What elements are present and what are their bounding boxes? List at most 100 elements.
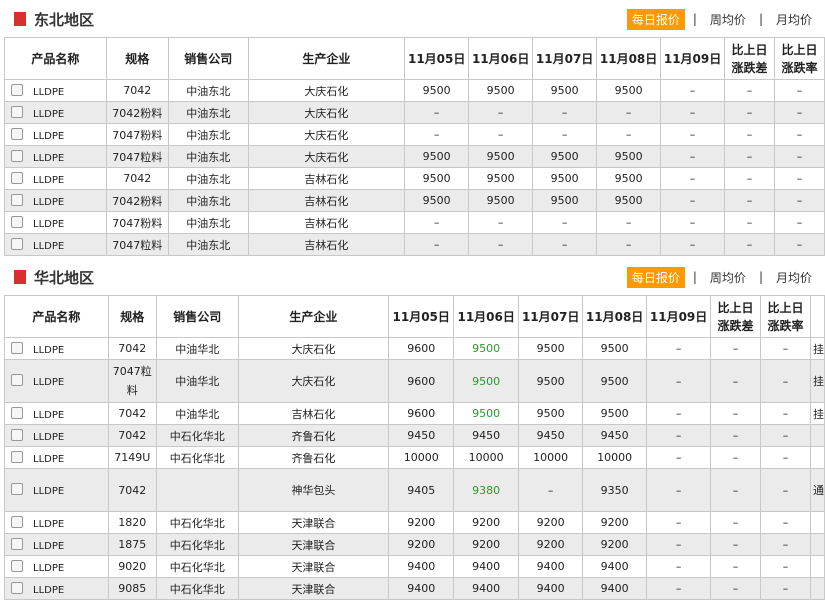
product-label: LLDPE xyxy=(33,152,65,164)
row-checkbox[interactable] xyxy=(11,83,23,96)
row-checkbox[interactable] xyxy=(11,450,23,463)
region-northeast: 东北地区 每日报价 | 周均价 | 月均价 产品名称 规格 销售公司 生产企业 … xyxy=(0,0,825,256)
col-spec: 规格 xyxy=(107,295,157,338)
cell-d2: – xyxy=(468,211,534,234)
cell-seller: 中油东北 xyxy=(167,211,249,234)
cell-d4: 9500 xyxy=(582,337,648,360)
cell-spec: 7047粉料 xyxy=(105,123,169,146)
cell-product: LLDPE xyxy=(4,446,109,469)
cell-seller: 中石化华北 xyxy=(155,446,239,469)
cell-d4: 9400 xyxy=(582,577,648,600)
col-date-1: 11月05日 xyxy=(388,295,455,338)
cell-extra: 挂 xyxy=(809,337,825,360)
cell-d1: – xyxy=(404,233,470,256)
cell-diff: – xyxy=(710,359,761,403)
product-label: LLDPE xyxy=(33,562,65,574)
cell-seller: 中石化华北 xyxy=(155,511,239,534)
cell-spec: 7042 xyxy=(105,79,169,102)
cell-d5: – xyxy=(660,211,726,234)
product-label: LLDPE xyxy=(33,344,65,356)
row-checkbox[interactable] xyxy=(11,171,23,184)
table-row: LLDPE 7042粉料 中油东北 吉林石化 9500 9500 9500 9500– – – xyxy=(4,189,825,212)
col-spec: 规格 xyxy=(105,37,169,80)
col-diff: 比上日 涨跌差 xyxy=(710,295,761,338)
cell-rate: – xyxy=(760,402,811,425)
table-row: LLDPE 7042 神华包头 9405 9380–9350– – – 通 xyxy=(4,468,825,512)
tab-weekly[interactable]: 周均价 xyxy=(705,9,751,30)
cell-spec: 7042粉料 xyxy=(105,189,169,212)
cell-rate: – xyxy=(773,233,825,256)
col-seller: 销售公司 xyxy=(155,295,239,338)
cell-rate: – xyxy=(760,468,811,512)
cell-seller: 中油华北 xyxy=(155,337,239,360)
col-date-4: 11月08日 xyxy=(596,37,662,80)
cell-spec: 7047粉料 xyxy=(105,211,169,234)
cell-d1: 9600 xyxy=(388,359,455,403)
cell-d1: 9405 xyxy=(388,468,455,512)
table-header-row: 产品名称 规格 销售公司 生产企业 11月05日 11月06日 11月07日 1… xyxy=(4,37,825,80)
cell-d3: 9500 xyxy=(518,359,584,403)
cell-d3: 9200 xyxy=(518,533,584,556)
product-label: LLDPE xyxy=(33,409,65,421)
tab-monthly[interactable]: 月均价 xyxy=(771,267,817,288)
row-checkbox[interactable] xyxy=(11,406,23,419)
cell-d1: 9200 xyxy=(388,533,455,556)
col-date-4: 11月08日 xyxy=(582,295,648,338)
cell-product: LLDPE xyxy=(4,167,107,190)
row-checkbox[interactable] xyxy=(11,581,23,594)
row-checkbox[interactable] xyxy=(11,149,23,162)
row-checkbox[interactable] xyxy=(11,215,23,228)
row-checkbox[interactable] xyxy=(11,341,23,354)
row-checkbox[interactable] xyxy=(11,193,23,206)
cell-diff: – xyxy=(724,167,775,190)
col-product: 产品名称 xyxy=(4,295,109,338)
cell-producer: 天津联合 xyxy=(237,577,390,600)
tab-daily[interactable]: 每日报价 xyxy=(626,8,685,30)
cell-extra xyxy=(809,424,825,447)
row-checkbox[interactable] xyxy=(11,537,23,550)
cell-rate: – xyxy=(760,359,811,403)
row-checkbox[interactable] xyxy=(11,237,23,250)
cell-seller xyxy=(155,468,239,512)
row-checkbox[interactable] xyxy=(11,105,23,118)
cell-d5: – xyxy=(660,145,726,168)
tab-weekly[interactable]: 周均价 xyxy=(705,267,751,288)
row-checkbox[interactable] xyxy=(11,515,23,528)
table-row: LLDPE 1820 中石化华北 天津联合 9200 9200 9200 9200– – – xyxy=(4,511,825,534)
col-diff-line1: 比上日 xyxy=(731,42,768,57)
cell-diff: – xyxy=(724,101,775,124)
table-body: LLDPE 7042 中油华北 大庆石化 9600 9500 9500 9500– – – 挂 LLD… xyxy=(4,337,825,600)
table-row: LLDPE 7047粒料 中油东北 吉林石化 – – – – – – – xyxy=(4,233,825,256)
cell-d2: – xyxy=(468,123,534,146)
cell-diff: – xyxy=(710,555,761,578)
tab-monthly[interactable]: 月均价 xyxy=(771,9,817,30)
row-checkbox[interactable] xyxy=(11,483,23,495)
cell-d5: – xyxy=(660,233,726,256)
col-date-3: 11月07日 xyxy=(518,295,584,338)
cell-rate: – xyxy=(760,577,811,600)
row-checkbox[interactable] xyxy=(11,374,23,386)
cell-d5: – xyxy=(646,468,712,512)
cell-d1: 9500 xyxy=(404,167,470,190)
cell-extra xyxy=(809,555,825,578)
cell-spec: 7042 xyxy=(107,424,157,447)
tab-daily[interactable]: 每日报价 xyxy=(626,266,685,288)
cell-rate: – xyxy=(760,424,811,447)
cell-product: LLDPE xyxy=(4,145,107,168)
product-label: LLDPE xyxy=(33,130,65,142)
cell-d4: 9500 xyxy=(582,402,648,425)
cell-d4: – xyxy=(596,123,662,146)
cell-d5: – xyxy=(646,402,712,425)
cell-spec: 1875 xyxy=(107,533,157,556)
cell-producer: 吉林石化 xyxy=(247,211,406,234)
price-tabs: 每日报价 | 周均价 | 月均价 xyxy=(626,266,817,288)
cell-d2: 9500 xyxy=(468,145,534,168)
cell-d2: 9200 xyxy=(453,533,520,556)
table-row: LLDPE 7042 中油东北 吉林石化 9500 9500 9500 9500– – – xyxy=(4,167,825,190)
table-row: LLDPE 7047粒料 中油华北 大庆石化 9600 9500 9500 9500– – – 挂 xyxy=(4,359,825,403)
row-checkbox[interactable] xyxy=(11,559,23,572)
cell-d1: 9600 xyxy=(388,337,455,360)
row-checkbox[interactable] xyxy=(11,428,23,441)
cell-seller: 中油东北 xyxy=(167,233,249,256)
row-checkbox[interactable] xyxy=(11,127,23,140)
